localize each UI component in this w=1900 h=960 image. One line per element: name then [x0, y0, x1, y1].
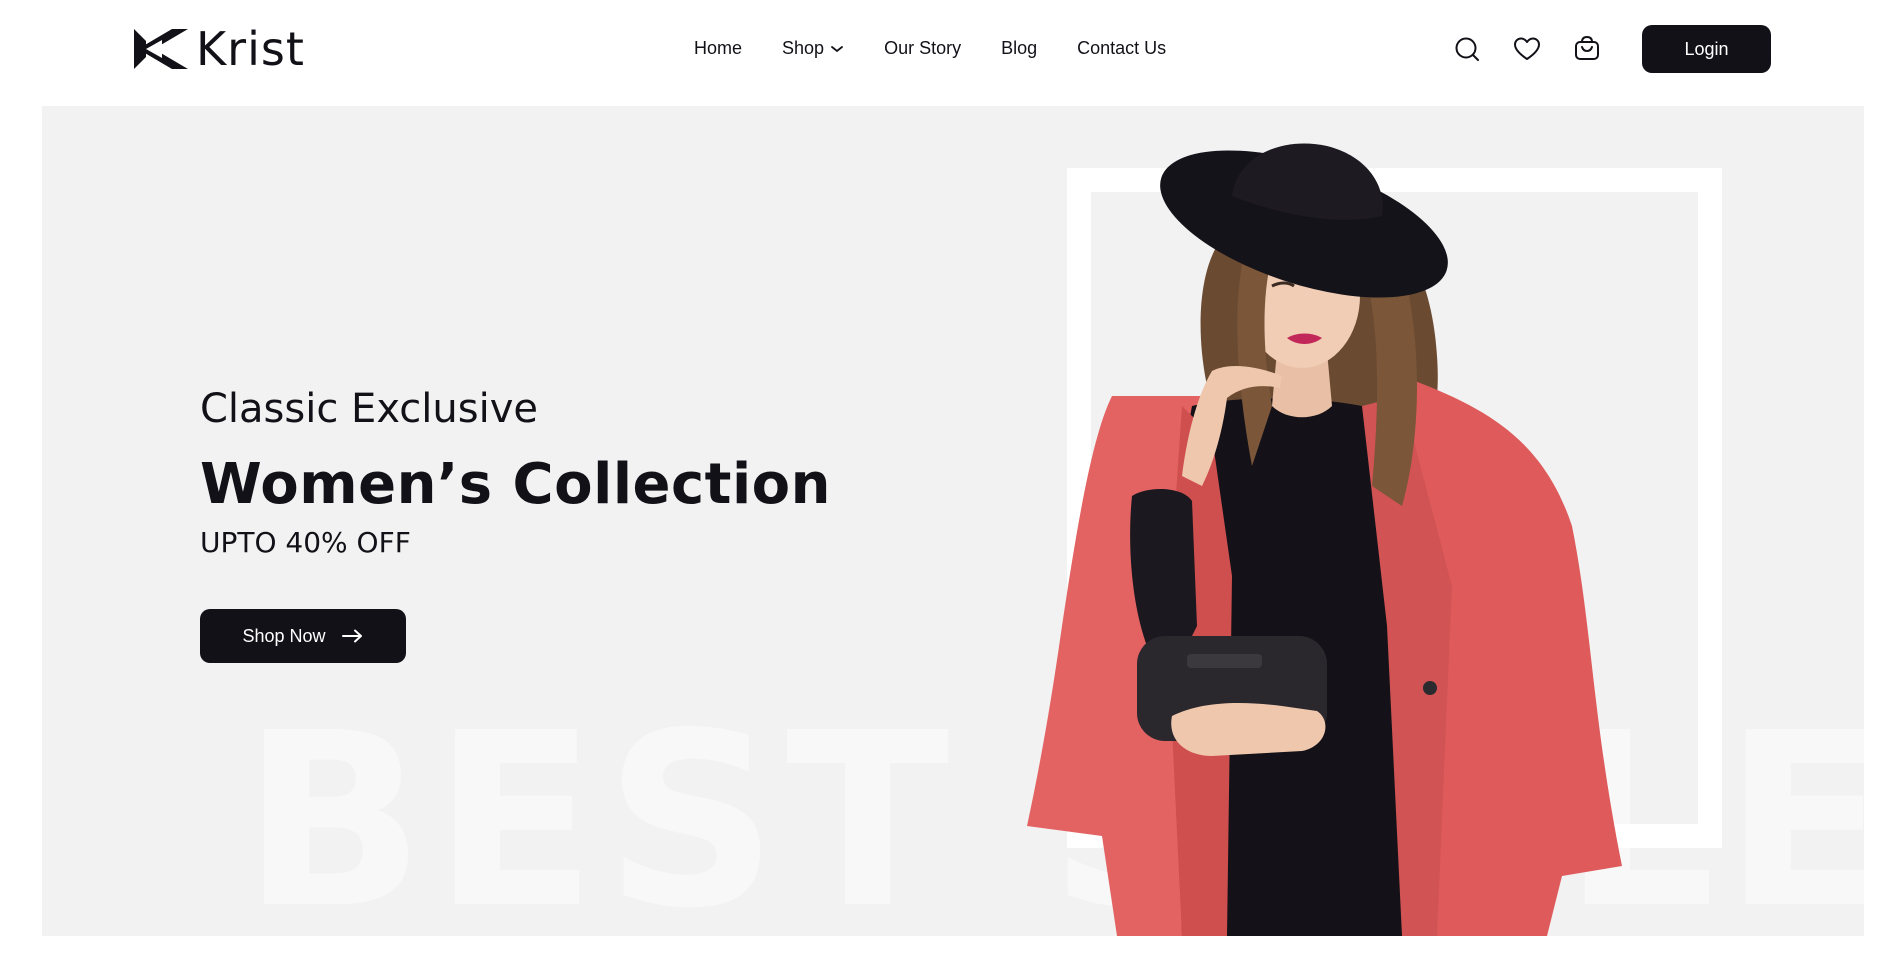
- nav-item-blog[interactable]: Blog: [1001, 38, 1037, 59]
- heart-icon[interactable]: [1512, 34, 1542, 64]
- cart-icon[interactable]: [1572, 34, 1602, 64]
- brand-name: Krist: [196, 22, 305, 76]
- main-nav: Home Shop Our Story Blog Contact Us: [694, 38, 1166, 59]
- hero-subtitle: Classic Exclusive: [200, 386, 538, 432]
- search-icon[interactable]: [1452, 34, 1482, 64]
- hero-title: Women’s Collection: [200, 452, 831, 517]
- nav-label: Blog: [1001, 38, 1038, 58]
- nav-label: Our Story: [884, 38, 962, 58]
- brand-logo[interactable]: Krist: [132, 24, 305, 74]
- header-icons: [1452, 34, 1602, 64]
- hero-offer: UPTO 40% OFF: [200, 526, 411, 559]
- nav-label: Home: [694, 38, 743, 58]
- shop-now-button[interactable]: Shop Now: [200, 609, 406, 663]
- nav-item-contact-us[interactable]: Contact Us: [1077, 38, 1166, 59]
- nav-label: Contact Us: [1077, 38, 1167, 58]
- site-header: Krist Home Shop Our Story Blog Contact U…: [0, 0, 1900, 105]
- nav-item-our-story[interactable]: Our Story: [884, 38, 961, 59]
- hero-banner: BEST SELLER Classic Exclusive Women’s Co…: [42, 106, 1864, 936]
- login-button[interactable]: Login: [1642, 25, 1771, 73]
- nav-item-shop[interactable]: Shop: [782, 38, 844, 59]
- shop-now-label: Shop Now: [242, 625, 326, 646]
- hero-model-figure: [982, 106, 1832, 936]
- nav-label: Shop: [782, 38, 825, 58]
- model-illustration: [1027, 143, 1622, 936]
- nav-item-home[interactable]: Home: [694, 38, 742, 59]
- arrow-right-icon: [341, 629, 362, 643]
- chevron-down-icon: [831, 45, 843, 52]
- krist-k-logo-icon: [134, 29, 188, 69]
